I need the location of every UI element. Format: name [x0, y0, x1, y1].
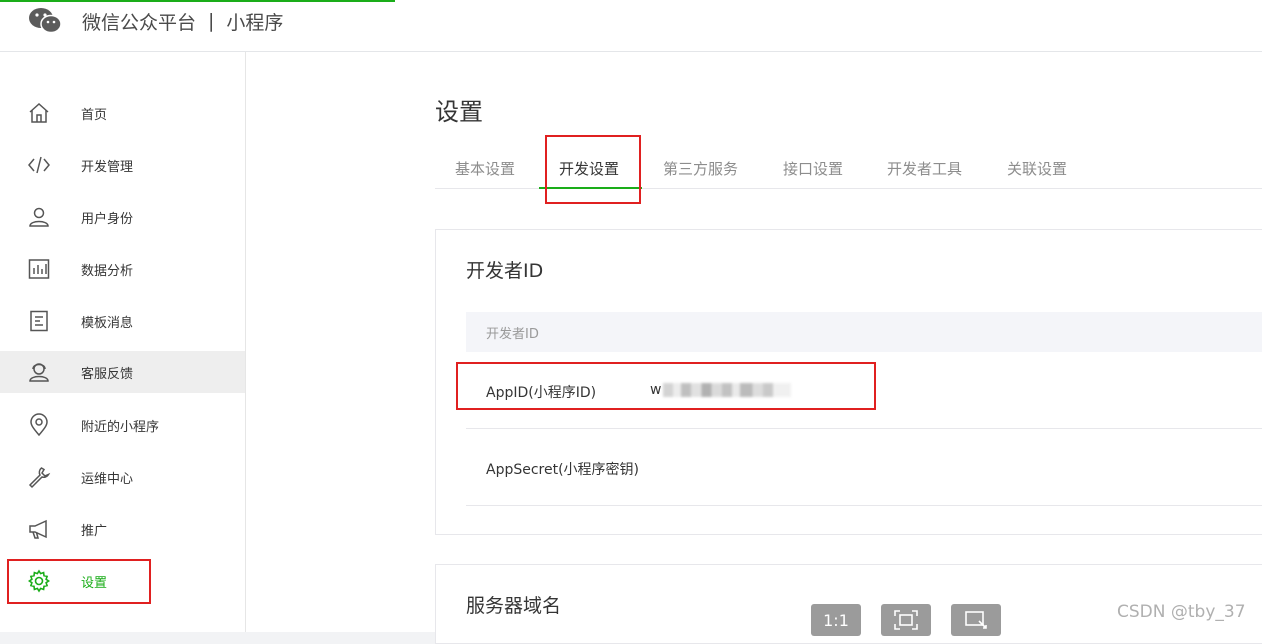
sidebar-item-data-analysis[interactable]: 数据分析 [0, 248, 245, 290]
sidebar-item-template-message[interactable]: 模板消息 [0, 300, 245, 342]
sidebar-item-label: 用户身份 [81, 211, 134, 227]
sidebar-item-label: 首页 [81, 107, 108, 123]
gear-icon [26, 568, 52, 594]
product-title: 小程序 [226, 11, 284, 34]
wrench-icon [26, 464, 52, 490]
sidebar-item-label: 客服反馈 [81, 366, 134, 382]
tab-dev-settings[interactable]: 开发设置 [559, 158, 619, 179]
active-tab-underline [539, 187, 642, 189]
tab-interface-settings[interactable]: 接口设置 [783, 158, 843, 179]
bar-chart-icon [26, 256, 52, 282]
megaphone-icon [26, 516, 52, 542]
developer-id-title: 开发者ID [466, 260, 544, 282]
tab-developer-tools[interactable]: 开发者工具 [887, 158, 962, 179]
settings-tabs: 基本设置 开发设置 第三方服务 接口设置 开发者工具 关联设置 [435, 148, 1262, 189]
sidebar-item-home[interactable]: 首页 [0, 92, 245, 134]
sidebar-item-promotion[interactable]: 推广 [0, 508, 245, 550]
sidebar-item-label: 运维中心 [81, 471, 134, 487]
platform-title: 微信公众平台 [82, 11, 197, 34]
crop-tool-button[interactable] [951, 604, 1001, 636]
sidebar-item-label: 模板消息 [81, 315, 134, 331]
sidebar-item-label: 开发管理 [81, 159, 134, 175]
tab-associated-settings[interactable]: 关联设置 [1007, 158, 1067, 179]
appid-label: AppID(小程序ID) [486, 385, 597, 401]
appsecret-label: AppSecret(小程序密钥) [486, 462, 640, 478]
location-pin-icon [26, 412, 52, 438]
table-row-appsecret: AppSecret(小程序密钥) [466, 429, 1262, 506]
sidebar-item-dev-management[interactable]: 开发管理 [0, 144, 245, 186]
sidebar-item-label: 附近的小程序 [81, 419, 160, 435]
csdn-watermark: CSDN @tby_37 [1117, 602, 1246, 622]
sidebar-item-nearby-miniprogram[interactable]: 附近的小程序 [0, 404, 245, 446]
developer-id-table-header: 开发者ID [466, 312, 1262, 352]
sidebar: 首页 开发管理 用户身份 数据分析 模板消息 客服反馈 附近的小程序 运维中心 … [0, 52, 246, 632]
user-icon [26, 204, 52, 230]
appid-value[interactable]: w [650, 382, 792, 398]
fit-screen-button[interactable] [881, 604, 931, 636]
sidebar-item-label: 数据分析 [81, 263, 134, 279]
main-content: 设置 基本设置 开发设置 第三方服务 接口设置 开发者工具 关联设置 开发者ID… [246, 52, 1262, 644]
appid-visible-prefix: w [650, 382, 662, 398]
table-row-appid: AppID(小程序ID) w [466, 352, 1262, 429]
sidebar-item-label: 设置 [81, 575, 108, 591]
wechat-logo-icon [29, 8, 62, 34]
tab-basic-settings[interactable]: 基本设置 [455, 158, 515, 179]
sidebar-item-customer-feedback[interactable]: 客服反馈 [0, 351, 245, 393]
customer-service-icon [26, 359, 52, 385]
sidebar-item-ops-center[interactable]: 运维中心 [0, 456, 245, 498]
crop-icon [965, 611, 987, 629]
server-domain-title: 服务器域名 [466, 595, 562, 617]
tab-third-party-services[interactable]: 第三方服务 [663, 158, 738, 179]
table-header-label: 开发者ID [486, 326, 539, 342]
document-icon [26, 308, 52, 334]
sidebar-item-settings[interactable]: 设置 [0, 560, 245, 602]
sidebar-item-label: 推广 [81, 523, 108, 539]
brand-separator: | [208, 10, 215, 32]
sidebar-item-user-identity[interactable]: 用户身份 [0, 196, 245, 238]
top-accent-line [0, 0, 395, 2]
appid-blurred-value [663, 383, 792, 397]
fit-screen-icon [894, 610, 918, 630]
developer-id-card: 开发者ID 开发者ID AppID(小程序ID) w AppSecret(小程序… [435, 229, 1262, 535]
page-title: 设置 [435, 98, 483, 126]
home-icon [26, 100, 52, 126]
brand[interactable]: 微信公众平台 | 小程序 [28, 6, 283, 36]
top-bar: 微信公众平台 | 小程序 [0, 0, 1262, 52]
actual-size-button[interactable]: 1:1 [811, 604, 861, 636]
code-icon [26, 152, 52, 178]
